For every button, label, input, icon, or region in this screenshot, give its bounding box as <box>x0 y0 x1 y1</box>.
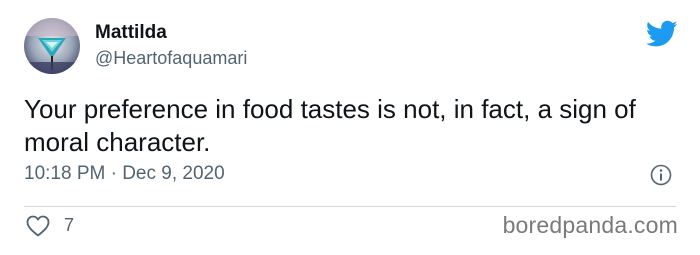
avatar-image <box>24 18 80 74</box>
like-count: 7 <box>64 215 75 235</box>
info-icon[interactable] <box>650 164 672 186</box>
divider <box>24 206 676 207</box>
avatar[interactable] <box>24 18 80 74</box>
tweet-text: Your preference in food tastes is not, i… <box>24 94 636 157</box>
author-handle[interactable]: @Heartofaquamari <box>95 48 247 69</box>
watermark: boredpanda.com <box>502 212 678 238</box>
twitter-bird-icon[interactable] <box>645 20 678 48</box>
tweet-timestamp[interactable]: 10:18 PM · Dec 9, 2020 <box>24 163 225 185</box>
tweet-card: Mattilda @Heartofaquamari Your preferenc… <box>0 0 700 255</box>
author-name[interactable]: Mattilda <box>95 22 167 44</box>
heart-icon <box>26 215 50 237</box>
